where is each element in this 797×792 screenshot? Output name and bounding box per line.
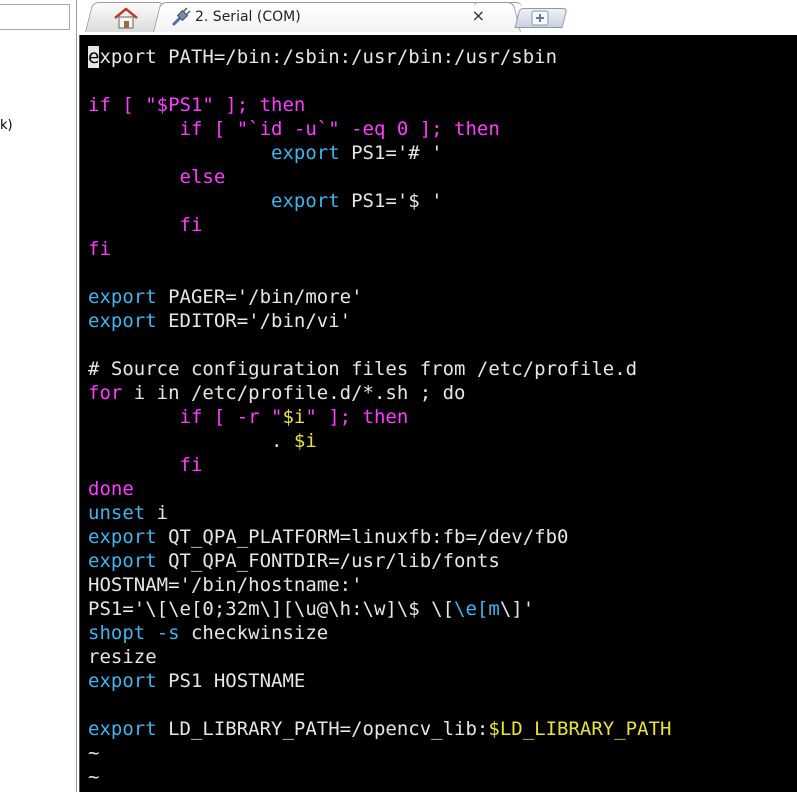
terminal-token: ~ (88, 742, 100, 764)
terminal-token: fi (179, 454, 203, 476)
terminal-line: for i in /etc/profile.d/*.sh ; do (88, 381, 671, 405)
terminal-token: for (88, 382, 123, 404)
tab-serial-com[interactable]: 2. Serial (COM) × (153, 2, 523, 32)
terminal-token: PS1='$ ' (339, 190, 443, 212)
terminal-token: unset (88, 502, 146, 524)
terminal-token: fi (179, 214, 203, 236)
terminal-token: " ]; then (305, 406, 409, 428)
terminal-token: i in /etc/profile.d/*.sh ; do (122, 382, 466, 404)
terminal-token: PS1='\[\e[0;32m\][\u@\h:\w]\$ \[ (88, 598, 455, 620)
terminal-token: export (88, 526, 157, 548)
terminal-line: export PAGER='/bin/more' (88, 285, 671, 309)
terminal-line: unset i (88, 501, 671, 525)
terminal-token: $i (293, 430, 317, 452)
terminal-line: export LD_LIBRARY_PATH=/opencv_lib:$LD_L… (88, 717, 671, 741)
close-icon[interactable]: × (472, 8, 485, 24)
terminal-line: done (88, 477, 671, 501)
plus-icon (531, 10, 549, 26)
terminal-token: \e[m (454, 598, 500, 620)
terminal-token: shopt -s (88, 622, 180, 644)
terminal-token: HOSTNAM='/bin/hostname:' (88, 574, 363, 596)
terminal-token: \]' (499, 598, 535, 620)
terminal-token: PS1='# ' (339, 142, 443, 164)
terminal-line: ~ (88, 765, 671, 789)
terminal-token: export (88, 310, 157, 332)
home-tab[interactable] (85, 2, 165, 32)
terminal-token: PS1 HOSTNAME (156, 670, 306, 692)
terminal-token: LD_LIBRARY_PATH=/opencv_lib: (156, 718, 489, 740)
terminal-line: # Source configuration files from /etc/p… (88, 357, 671, 381)
terminal-screen[interactable]: export PATH=/bin:/sbin:/usr/bin:/usr/sbi… (79, 35, 797, 792)
terminal-token: $LD_LIBRARY_PATH (488, 718, 672, 740)
terminal-token: $i (282, 406, 306, 428)
terminal-token: export (271, 190, 340, 212)
terminal-line: . $i (88, 429, 671, 453)
terminal-token: if [ "$PS1" ]; then (88, 94, 306, 116)
tab-title: 2. Serial (COM) (195, 9, 301, 25)
terminal-token: fi (88, 238, 111, 260)
terminal-line: export PS1='# ' (88, 141, 671, 165)
terminal-token: PAGER='/bin/more' (156, 286, 363, 308)
terminal-line: if [ "$PS1" ]; then (88, 93, 671, 117)
terminal-line: if [ "`id -u`" -eq 0 ]; then (88, 117, 671, 141)
left-pane-text: k) (0, 118, 13, 133)
terminal-line: fi (88, 237, 671, 261)
terminal-token: export (88, 670, 157, 692)
terminal-token: else (179, 166, 226, 188)
terminal-line: if [ -r "$i" ]; then (88, 405, 671, 429)
terminal-token: done (88, 478, 134, 500)
terminal-line: HOSTNAM='/bin/hostname:' (88, 573, 671, 597)
plug-icon (172, 7, 191, 26)
terminal-token: if [ "`id -u`" -eq 0 ]; then (179, 118, 500, 140)
terminal-token: export (88, 550, 157, 572)
terminal-token: EDITOR='/bin/vi' (156, 310, 352, 332)
terminal-line: export QT_QPA_PLATFORM=linuxfb:fb=/dev/f… (88, 525, 671, 549)
terminal-token: export (88, 718, 157, 740)
terminal-line: fi (88, 213, 671, 237)
terminal-token: xport PATH=/bin:/sbin:/usr/bin:/usr/sbin (99, 46, 558, 68)
terminal-token: QT_QPA_PLATFORM=linuxfb:fb=/dev/fb0 (156, 526, 569, 548)
terminal-line: resize (88, 645, 671, 669)
terminal-line: PS1='\[\e[0;32m\][\u@\h:\w]\$ \[\e[m\]' (88, 597, 671, 621)
text-cursor: e (88, 46, 100, 68)
terminal-line: export PS1 HOSTNAME (88, 669, 671, 693)
terminal-token: QT_QPA_FONTDIR=/usr/lib/fonts (156, 550, 500, 572)
terminal-token: . (88, 430, 294, 452)
left-pane: k) (0, 0, 77, 792)
terminal-token: checkwinsize (179, 622, 329, 644)
terminal-line: shopt -s checkwinsize (88, 621, 671, 645)
terminal-token: ~ (88, 766, 100, 788)
tab-bar: 2. Serial (COM) × (77, 0, 797, 35)
terminal-token: if [ -r " (179, 406, 283, 428)
new-tab-button[interactable] (514, 8, 568, 28)
terminal-token: export (271, 142, 340, 164)
terminal-line: fi (88, 453, 671, 477)
terminal-line: export PS1='$ ' (88, 189, 671, 213)
terminal-text: export PATH=/bin:/sbin:/usr/bin:/usr/sbi… (88, 45, 671, 789)
terminal-token: i (145, 502, 169, 524)
left-input-field[interactable] (0, 4, 70, 30)
terminal-token: export (88, 286, 157, 308)
terminal-token: resize (88, 646, 157, 668)
terminal-line: else (88, 165, 671, 189)
terminal-line: export PATH=/bin:/sbin:/usr/bin:/usr/sbi… (88, 45, 671, 69)
terminal-line: ~ (88, 741, 671, 765)
terminal-token: # Source configuration files from /etc/p… (88, 358, 638, 380)
terminal-line: export EDITOR='/bin/vi' (88, 309, 671, 333)
home-icon (114, 7, 138, 29)
terminal-line: export QT_QPA_FONTDIR=/usr/lib/fonts (88, 549, 671, 573)
